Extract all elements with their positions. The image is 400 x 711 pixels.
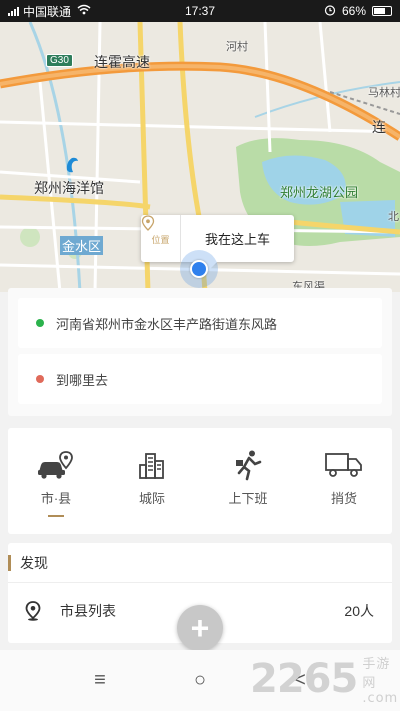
highway-shield: G30: [46, 54, 73, 67]
service-commute[interactable]: 上下班: [208, 428, 288, 534]
service-intercity[interactable]: 城际: [112, 428, 192, 534]
origin-dot-icon: [36, 319, 44, 327]
active-indicator: [48, 515, 64, 517]
city-list-label: 市县列表: [60, 603, 116, 619]
origin-field[interactable]: 河南省郑州市金水区丰产路街道东风路: [18, 298, 382, 348]
home-button[interactable]: ○: [180, 669, 220, 692]
map-label-lian: 连: [372, 119, 386, 135]
pickup-here-label: 我在这上车: [204, 232, 270, 247]
service-label-intercity: 城际: [138, 491, 165, 506]
current-location-marker: [180, 250, 218, 288]
plus-icon: +: [190, 610, 210, 646]
service-label-commute: 上下班: [228, 491, 268, 506]
map-label-malin: 马林村: [368, 87, 400, 99]
discover-title: 发现: [8, 543, 392, 583]
carrier-name: 中国联通: [23, 4, 72, 19]
pickup-bubble[interactable]: 位置 我在这上车: [141, 215, 294, 270]
map-label-park: 郑州龙湖公园: [280, 185, 359, 200]
watermark-main: 2265: [250, 656, 358, 702]
map-label-bei: 北: [388, 211, 399, 223]
truck-icon: [324, 448, 364, 482]
destination-dot-icon: [36, 375, 44, 383]
map-label-highway: 连霍高速: [94, 54, 150, 70]
service-city-county[interactable]: 市·县: [16, 428, 96, 534]
map-label-jinshui: 金水区: [60, 236, 104, 255]
watermark-suffix: .com: [362, 690, 399, 706]
add-button[interactable]: +: [177, 605, 223, 651]
map-label-ocean: 郑州海洋馆: [34, 180, 104, 196]
city-list-count: 20人: [344, 603, 374, 619]
destination-field[interactable]: 到哪里去: [18, 354, 382, 404]
location-pin-icon: [141, 215, 155, 231]
battery-percent: 66%: [341, 4, 366, 18]
status-bar: 中国联通 17:37 66%: [0, 0, 400, 22]
car-location-icon: [37, 448, 75, 482]
watermark-sub: 手游网: [362, 656, 391, 691]
site-watermark: 2265 手游网 .com: [250, 655, 400, 706]
commuter-run-icon: [233, 448, 263, 482]
service-label-delivery: 捎货: [330, 491, 357, 506]
trip-card: 河南省郑州市金水区丰产路街道东风路 到哪里去: [8, 288, 392, 416]
map-label-hecun: 河村: [226, 41, 248, 53]
location-pin-icon: [25, 601, 41, 621]
buildings-icon: [137, 448, 167, 482]
origin-text: 河南省郑州市金水区丰产路街道东风路: [56, 316, 278, 332]
signal-icon: [8, 6, 19, 16]
service-label-city: 市·县: [40, 491, 72, 506]
wifi-icon: [77, 4, 91, 18]
position-pin: 位置: [141, 215, 181, 262]
battery-icon: [372, 6, 392, 16]
service-delivery[interactable]: 捎货: [304, 428, 384, 534]
position-pin-label: 位置: [151, 234, 170, 245]
menu-button[interactable]: ≡: [80, 669, 120, 692]
clock: 17:37: [184, 4, 216, 18]
service-tabs: 市·县 城际 上下班 捎货: [8, 428, 392, 534]
destination-text: 到哪里去: [56, 372, 109, 388]
alarm-icon: [324, 4, 336, 19]
